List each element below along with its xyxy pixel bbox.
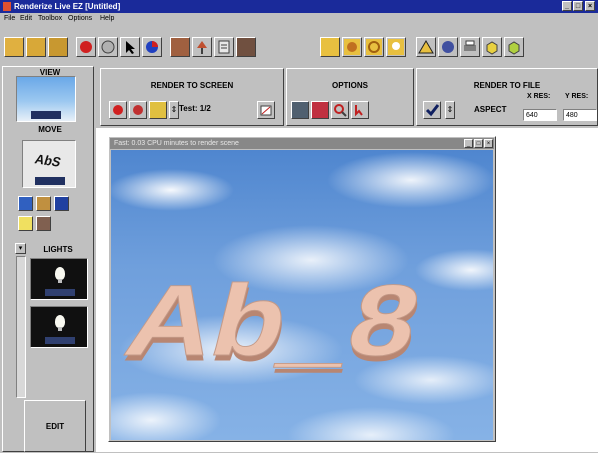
light-thumbnail-1[interactable] <box>30 258 88 300</box>
sphere-icon[interactable] <box>342 37 362 57</box>
save-folder-icon[interactable] <box>26 37 46 57</box>
cubes-icon[interactable] <box>504 37 524 57</box>
pointer-icon[interactable] <box>120 37 140 57</box>
move-label: MOVE <box>38 125 62 134</box>
test-resolution[interactable]: Test: 1/2 <box>179 104 211 113</box>
options-group: OPTIONS <box>286 68 414 126</box>
y-res-label: Y RES: <box>565 93 589 100</box>
bulb-icon-2 <box>55 315 65 331</box>
menu-bar: File Edit Toolbox Options Help <box>0 13 598 25</box>
aspect-label[interactable]: ASPECT <box>474 105 506 114</box>
app-icon[interactable] <box>3 2 11 11</box>
bulb-icon-1 <box>55 267 65 283</box>
render-window-title-bar: Fast: 0.03 CPU minutes to render scene _… <box>110 138 494 149</box>
move-thumb-text: AbS <box>33 151 63 170</box>
edit-button[interactable]: EDIT <box>24 400 86 452</box>
menu-edit[interactable]: Edit <box>20 13 32 25</box>
texture-icon[interactable] <box>36 216 51 231</box>
light-tag-1 <box>45 289 75 296</box>
light-thumbnail-2[interactable] <box>30 306 88 348</box>
ball-icon[interactable] <box>438 37 458 57</box>
eye-icon[interactable] <box>18 196 33 211</box>
bulb-tool-icon[interactable] <box>18 216 33 231</box>
scene-text: Ab_8 <box>116 264 432 377</box>
lights-dropdown-icon[interactable]: ▾ <box>15 243 26 254</box>
options-cursor-icon[interactable] <box>351 101 369 119</box>
options-label: OPTIONS <box>331 81 368 90</box>
render-to-file-group: RENDER TO FILE ⇕ ASPECT X RES: Y RES: 64… <box>416 68 598 126</box>
view-tag <box>31 111 61 119</box>
x-res-label: X RES: <box>527 93 551 100</box>
ring-icon[interactable] <box>364 37 384 57</box>
box-icon[interactable] <box>170 37 190 57</box>
brush-icon[interactable] <box>36 196 51 211</box>
close-button[interactable]: × <box>585 1 595 11</box>
cube-icon[interactable] <box>482 37 502 57</box>
printer-icon[interactable] <box>460 37 480 57</box>
color-ball-icon[interactable] <box>142 37 162 57</box>
camera-icon[interactable] <box>236 37 256 57</box>
grid-icon[interactable] <box>54 196 69 211</box>
warning-icon[interactable] <box>416 37 436 57</box>
menu-help[interactable]: Help <box>100 13 114 25</box>
render-red-icon[interactable] <box>109 101 127 119</box>
options-wand-icon[interactable] <box>311 101 329 119</box>
object-icon[interactable] <box>98 37 118 57</box>
main-toolbar <box>0 25 598 65</box>
move-tag <box>35 177 65 185</box>
options-magnify-icon[interactable] <box>331 101 349 119</box>
x-res-input[interactable]: 640 <box>523 109 557 121</box>
render-to-screen-group: RENDER TO SCREEN ⇕ Test: 1/2 <box>100 68 284 126</box>
app-title: Renderize Live EZ [Untitled] <box>14 2 121 11</box>
lamp-icon[interactable] <box>192 37 212 57</box>
lights-label: LIGHTS <box>43 245 73 254</box>
render-window: Fast: 0.03 CPU minutes to render scene _… <box>108 136 496 442</box>
menu-options[interactable]: Options <box>68 13 92 25</box>
title-bar: Renderize Live EZ [Untitled] _ □ × <box>0 0 598 13</box>
red-ball-icon[interactable] <box>76 37 96 57</box>
render-lightning-icon[interactable] <box>149 101 167 119</box>
edit-folder-icon[interactable] <box>48 37 68 57</box>
test-dropdown-icon[interactable]: ⇕ <box>169 101 179 119</box>
bulb-icon[interactable] <box>386 37 406 57</box>
render-sphere-icon[interactable] <box>129 101 147 119</box>
lights-scrollbar[interactable] <box>16 256 26 398</box>
rw-maximize-button[interactable]: □ <box>474 139 483 148</box>
render-window-title: Fast: 0.03 CPU minutes to render scene <box>114 140 239 147</box>
render-settings-icon[interactable] <box>257 101 275 119</box>
minimize-button[interactable]: _ <box>562 1 572 11</box>
rendered-scene: Ab_8 Ab_8 <box>111 150 493 440</box>
menu-file[interactable]: File <box>4 13 15 25</box>
light-tag-2 <box>45 337 75 344</box>
view-thumbnail[interactable] <box>16 76 76 122</box>
render-to-screen-label: RENDER TO SCREEN <box>150 81 234 90</box>
menu-toolbox[interactable]: Toolbox <box>38 13 62 25</box>
render-to-file-label: RENDER TO FILE <box>473 81 541 90</box>
maximize-button[interactable]: □ <box>573 1 583 11</box>
y-res-input[interactable]: 480 <box>563 109 597 121</box>
move-thumbnail[interactable]: AbS <box>22 140 76 188</box>
scene-text-graphic: Ab_8 Ab_8 <box>115 264 432 383</box>
rw-close-button[interactable]: × <box>484 139 493 148</box>
open-folder-icon[interactable] <box>4 37 24 57</box>
confirm-check-icon[interactable] <box>423 101 441 119</box>
aspect-dropdown-icon[interactable]: ⇕ <box>445 101 455 119</box>
yellow-square-icon[interactable] <box>320 37 340 57</box>
options-stack-icon[interactable] <box>291 101 309 119</box>
rw-minimize-button[interactable]: _ <box>464 139 473 148</box>
list-icon[interactable] <box>214 37 234 57</box>
